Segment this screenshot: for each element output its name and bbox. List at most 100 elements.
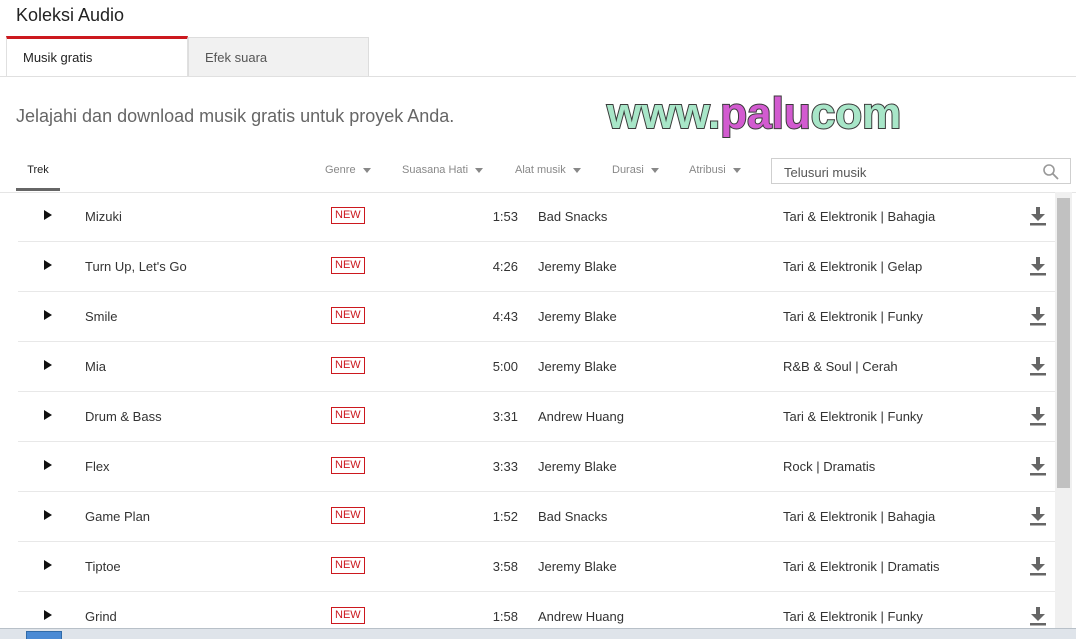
track-row[interactable]: Tiptoe NEW 3:58 Jeremy Blake Tari & Elektron… [18, 542, 1055, 592]
caret-down-icon [362, 167, 371, 173]
new-badge: NEW [331, 307, 365, 324]
track-genre: Tari & Elektronik | Bahagia [783, 209, 936, 224]
play-icon[interactable] [44, 560, 52, 570]
new-badge: NEW [331, 557, 365, 574]
audio-library-page: Koleksi Audio Musik gratis Efek suara Je… [0, 0, 1076, 639]
mood-filter[interactable]: Suasana Hati [402, 164, 484, 176]
genre-filter[interactable]: Genre [325, 164, 371, 176]
caret-down-icon [475, 167, 484, 173]
caret-down-icon [572, 167, 581, 173]
new-badge: NEW [331, 457, 365, 474]
track-genre: Tari & Elektronik | Funky [783, 409, 923, 424]
play-icon[interactable] [44, 260, 52, 270]
track-artist: Jeremy Blake [538, 359, 617, 374]
track-artist: Jeremy Blake [538, 559, 617, 574]
track-artist: Jeremy Blake [538, 309, 617, 324]
track-genre: Tari & Elektronik | Gelap [783, 259, 923, 274]
mood-filter-label: Suasana Hati [402, 164, 469, 176]
track-row[interactable]: Flex NEW 3:33 Jeremy Blake Rock | Dramatis [18, 442, 1055, 492]
track-title: Turn Up, Let's Go [85, 259, 187, 274]
tab-bar: Musik gratis Efek suara [0, 36, 1076, 77]
download-icon[interactable] [1029, 306, 1047, 326]
genre-filter-label: Genre [325, 164, 356, 176]
track-duration: 4:26 [492, 259, 518, 274]
download-icon[interactable] [1029, 606, 1047, 626]
track-duration: 3:58 [492, 559, 518, 574]
track-title: Grind [85, 609, 117, 624]
track-title: Game Plan [85, 509, 151, 524]
os-taskbar [0, 628, 1076, 639]
tab-free-music[interactable]: Musik gratis [6, 36, 188, 76]
track-row[interactable]: Smile NEW 4:43 Jeremy Blake Tari & Elektroni… [18, 292, 1055, 342]
caret-down-icon [650, 167, 659, 173]
track-artist: Bad Snacks [538, 209, 608, 224]
track-duration: 4:43 [492, 309, 518, 324]
track-title: Drum & Bass [85, 409, 162, 424]
new-badge: NEW [331, 507, 365, 524]
track-artist: Bad Snacks [538, 509, 608, 524]
duration-filter-label: Durasi [612, 164, 644, 176]
track-list: Mizuki NEW 1:53 Bad Snacks Tari & Elektronik… [18, 192, 1055, 639]
track-genre: Tari & Elektronik | Funky [783, 609, 923, 624]
search-icon[interactable] [1042, 163, 1060, 181]
new-badge: NEW [331, 357, 365, 374]
track-row[interactable]: Drum & Bass NEW 3:31 Andrew Huang Tari & Ele… [18, 392, 1055, 442]
new-badge: NEW [331, 407, 365, 424]
track-row[interactable]: Mizuki NEW 1:53 Bad Snacks Tari & Elektronik… [18, 192, 1055, 242]
attribution-filter-label: Atribusi [689, 164, 726, 176]
track-row[interactable]: Game Plan NEW 1:52 Bad Snacks Tari & Elektro… [18, 492, 1055, 542]
page-title: Koleksi Audio [16, 5, 125, 25]
download-icon[interactable] [1029, 356, 1047, 376]
watermark-prefix: www. [606, 89, 720, 138]
download-icon[interactable] [1029, 456, 1047, 476]
track-artist: Andrew Huang [538, 409, 624, 424]
download-icon[interactable] [1029, 406, 1047, 426]
new-badge: NEW [331, 207, 365, 224]
download-icon[interactable] [1029, 256, 1047, 276]
tab-tracks[interactable]: Trek [16, 155, 60, 191]
play-icon[interactable] [44, 610, 52, 620]
download-icon[interactable] [1029, 206, 1047, 226]
track-title: Tiptoe [85, 559, 121, 574]
intro-text: Jelajahi dan download musik gratis untuk… [16, 106, 455, 126]
caret-down-icon [732, 167, 741, 173]
new-badge: NEW [331, 257, 365, 274]
track-artist: Jeremy Blake [538, 459, 617, 474]
tab-sound-effects[interactable]: Efek suara [188, 37, 369, 76]
track-row[interactable]: Mia NEW 5:00 Jeremy Blake R&B & Soul | Cerah [18, 342, 1055, 392]
track-artist: Jeremy Blake [538, 259, 617, 274]
filter-bar: Trek Genre Suasana Hati Alat musik Duras… [0, 155, 1076, 193]
track-genre: Rock | Dramatis [783, 459, 876, 474]
scrollbar-thumb[interactable] [1057, 198, 1070, 488]
track-title: Smile [85, 309, 118, 324]
play-icon[interactable] [44, 310, 52, 320]
search-input[interactable] [782, 162, 1036, 182]
scrollbar[interactable] [1055, 192, 1072, 639]
track-duration: 5:00 [492, 359, 518, 374]
track-genre: R&B & Soul | Cerah [783, 359, 898, 374]
watermark-suffix: computer.com [811, 89, 903, 138]
duration-filter[interactable]: Durasi [612, 164, 659, 176]
track-genre: Tari & Elektronik | Funky [783, 309, 923, 324]
track-title: Mia [85, 359, 106, 374]
attribution-filter[interactable]: Atribusi [689, 164, 741, 176]
watermark-highlight: palu [720, 89, 810, 138]
instrument-filter[interactable]: Alat musik [515, 164, 581, 176]
play-icon[interactable] [44, 510, 52, 520]
track-duration: 1:53 [492, 209, 518, 224]
download-icon[interactable] [1029, 556, 1047, 576]
play-icon[interactable] [44, 460, 52, 470]
track-title: Flex [85, 459, 110, 474]
play-icon[interactable] [44, 360, 52, 370]
track-duration: 3:33 [492, 459, 518, 474]
track-duration: 1:52 [492, 509, 518, 524]
download-icon[interactable] [1029, 506, 1047, 526]
watermark-logo: www.palucomputer.com [605, 88, 903, 139]
track-duration: 3:31 [492, 409, 518, 424]
track-row[interactable]: Turn Up, Let's Go NEW 4:26 Jeremy Blake Tari… [18, 242, 1055, 292]
watermark-text: www.palucomputer.com [606, 89, 903, 138]
play-icon[interactable] [44, 210, 52, 220]
taskbar-button[interactable] [26, 631, 62, 639]
instrument-filter-label: Alat musik [515, 164, 566, 176]
play-icon[interactable] [44, 410, 52, 420]
